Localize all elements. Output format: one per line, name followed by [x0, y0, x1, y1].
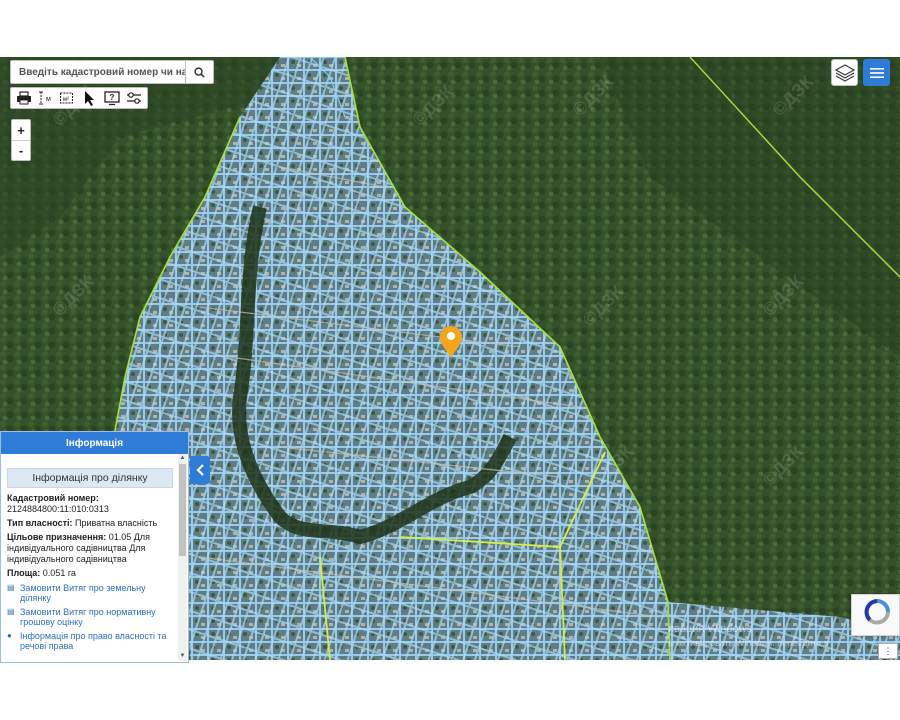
page: ©ДЗК ©ДЗК ©ДЗК ©ДЗК ©ДЗК ©ДЗК ©ДЗК ©ДЗК … [0, 0, 900, 720]
map-toolbar: м м² ? [10, 87, 148, 109]
print-button[interactable] [14, 89, 34, 107]
watermark-line-2: ы активировать Windows, перейдите в [668, 638, 829, 648]
menu-button[interactable] [863, 59, 890, 86]
ownership-row: Тип власності: Приватна власність [7, 518, 173, 529]
recaptcha-badge[interactable] [851, 594, 900, 636]
ruler-icon: м [39, 91, 51, 105]
measure-area-button[interactable]: м² [58, 89, 78, 107]
chevron-left-icon [196, 464, 204, 476]
document-icon: ▤ [7, 607, 15, 616]
order-valuation-extract-label: Замовити Витяг про нормативну грошову оц… [20, 607, 156, 627]
zoom-in-button[interactable]: + [12, 120, 30, 140]
monitor-question-icon: ? [104, 91, 120, 106]
area-label: Площа: [7, 568, 41, 578]
parcel-info-heading: Інформація про ділянку [7, 468, 173, 488]
map-scroll-handle-icon[interactable]: ⋮ [878, 643, 898, 659]
collapse-panel-button[interactable] [190, 456, 210, 484]
windows-activation-watermark: ивация Windows ы активировать Windows, п… [668, 622, 829, 650]
ownership-rights-label: Інформація про право власності та речові… [20, 631, 167, 651]
cadastral-number-value: 2124884800:11:010:0313 [7, 504, 109, 514]
cursor-icon [85, 91, 94, 106]
order-valuation-extract-link[interactable]: ▤ Замовити Витяг про нормативну грошову … [7, 607, 173, 627]
search-button[interactable] [185, 61, 213, 83]
select-button[interactable] [80, 89, 100, 107]
area-row: Площа: 0.051 га [7, 568, 173, 579]
order-parcel-extract-link[interactable]: ▤ Замовити Витяг про земельну ділянку [7, 583, 173, 603]
purpose-label: Цільове призначення: [7, 532, 107, 542]
zoom-control: + - [11, 119, 31, 161]
hamburger-icon [869, 67, 884, 78]
scroll-down-arrow-icon[interactable]: ▼ [178, 652, 187, 661]
area-value: 0.051 га [42, 568, 76, 578]
info-panel-title: Інформація [1, 432, 188, 454]
ownership-value: Приватна власність [75, 518, 158, 528]
layers-icon [834, 63, 855, 82]
svg-text:?: ? [110, 93, 115, 102]
scroll-up-arrow-icon[interactable]: ▲ [178, 454, 187, 463]
zoom-out-button[interactable]: - [12, 140, 30, 160]
search-icon [194, 66, 205, 78]
scroll-thumb[interactable] [179, 464, 186, 556]
watermark-line-1: ивация Windows [668, 623, 753, 635]
cadastral-number-label: Кадастровий номер: [7, 493, 99, 503]
info-icon: ● [7, 631, 12, 640]
cadastral-search-box [10, 60, 214, 84]
ownership-label: Тип власності: [7, 518, 73, 528]
search-input[interactable] [11, 61, 185, 83]
cadastral-number-row: Кадастровий номер: 2124884800:11:010:031… [7, 493, 173, 515]
area-icon: м² [60, 92, 73, 104]
settings-button[interactable] [124, 89, 144, 107]
svg-text:м: м [46, 96, 51, 103]
identify-button[interactable]: ? [102, 89, 122, 107]
svg-text:м²: м² [63, 97, 69, 103]
purpose-row: Цільове призначення: 01.05 Для індивідуа… [7, 532, 173, 565]
document-icon: ▤ [7, 583, 15, 592]
info-panel: Інформація Інформація про ділянку Кадаст… [0, 431, 189, 663]
order-parcel-extract-label: Замовити Витяг про земельну ділянку [20, 583, 146, 603]
recaptcha-icon [864, 599, 890, 625]
ownership-rights-link[interactable]: ● Інформація про право власності та речо… [7, 631, 173, 651]
layers-button[interactable] [831, 59, 858, 86]
measure-distance-button[interactable]: м [36, 89, 56, 107]
info-panel-scrollbar[interactable]: ▲ ▼ [178, 454, 187, 661]
sliders-icon [127, 92, 141, 104]
info-panel-body: Інформація про ділянку Кадастровий номер… [1, 454, 179, 662]
print-icon [17, 91, 31, 105]
